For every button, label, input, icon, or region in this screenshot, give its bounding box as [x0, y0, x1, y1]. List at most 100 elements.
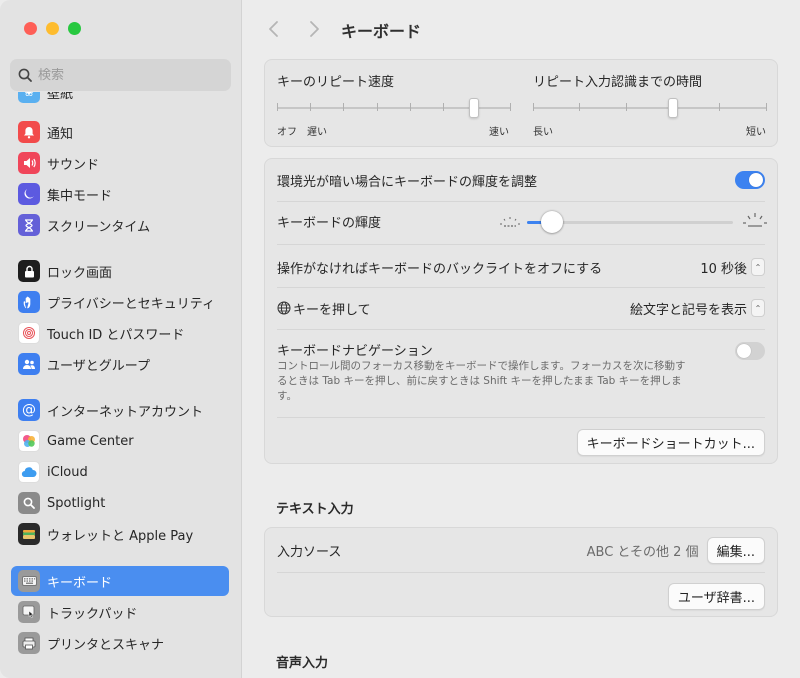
backlight-off-row: 操作がなければキーボードのバックライトをオフにする 10 秒後 ⌃	[277, 256, 765, 278]
keyboard-nav-title: キーボードナビゲーション	[277, 344, 433, 359]
toolbar: キーボード	[243, 0, 800, 58]
brightness-slider[interactable]	[527, 211, 733, 233]
key-repeat-fast-label: 速い	[489, 127, 509, 138]
hand-icon	[18, 291, 40, 313]
back-chevron-icon[interactable]	[265, 19, 283, 39]
sidebar-item-label: サウンド	[47, 157, 100, 173]
cloud-icon	[18, 461, 40, 483]
auto-brightness-row: 環境光が暗い場合にキーボードの輝度を調整	[277, 170, 765, 190]
key-repeat-slider[interactable]	[277, 98, 511, 118]
trackpad-icon	[18, 601, 40, 623]
sidebar-item-spotlight[interactable]: Spotlight	[11, 488, 229, 518]
wallpaper-icon: ❀	[18, 92, 40, 103]
printer-icon	[18, 632, 40, 654]
brightness-label: キーボードの輝度	[277, 215, 382, 231]
sidebar-item-notifications[interactable]: 通知	[11, 117, 229, 147]
updown-chevron-icon: ⌃	[751, 258, 765, 276]
page-title: キーボード	[341, 22, 422, 41]
globe-key-popup[interactable]: 絵文字と記号を表示 ⌃	[630, 299, 765, 318]
search-input[interactable]	[38, 67, 218, 83]
sidebar-item-focus[interactable]: 集中モード	[11, 179, 229, 209]
backlight-timeout-value: 10 秒後	[700, 261, 747, 277]
input-sources-value: ABC とその他 2 個	[586, 544, 699, 560]
auto-brightness-toggle[interactable]	[735, 171, 765, 189]
sidebar-list[interactable]: ❀ 壁紙 通知 サウンド 集中モード スクリーンタイム ロック画面 プライバシー…	[0, 92, 242, 678]
lock-icon	[18, 260, 40, 282]
sidebar-item-lock-screen[interactable]: ロック画面	[11, 256, 229, 286]
sidebar-item-users[interactable]: ユーザとグループ	[11, 349, 229, 379]
sidebar-item-internet-accounts[interactable]: @ インターネットアカウント	[11, 395, 229, 425]
moon-icon	[18, 183, 40, 205]
sidebar-item-label: キーボード	[47, 575, 113, 591]
brightness-low-icon	[500, 217, 520, 227]
sidebar-item-printers[interactable]: プリンタとスキャナ	[11, 628, 229, 658]
sidebar-item-game-center[interactable]: Game Center	[11, 426, 229, 456]
sidebar-item-touch-id[interactable]: Touch ID とパスワード	[11, 318, 229, 348]
sidebar-item-label: ロック画面	[47, 265, 113, 281]
fingerprint-icon	[18, 322, 40, 344]
zoom-button[interactable]	[68, 22, 81, 35]
sidebar-item-label: Game Center	[47, 433, 134, 449]
window-controls	[24, 22, 81, 35]
main-pane: キーボード キーのリピート速度 リピート入力認識までの時間 オフ 遅い 速い 長…	[243, 0, 800, 678]
keyboard-nav-toggle[interactable]	[735, 342, 765, 360]
sidebar-item-label: ユーザとグループ	[47, 358, 150, 374]
at-icon: @	[18, 399, 40, 421]
close-button[interactable]	[24, 22, 37, 35]
sidebar-item-screen-time[interactable]: スクリーンタイム	[11, 210, 229, 240]
sidebar-item-label: ウォレットと Apple Pay	[47, 528, 194, 544]
keyboard-settings-card: 環境光が暗い場合にキーボードの輝度を調整 キーボードの輝度 操作がなければキーボ…	[264, 158, 778, 464]
magnifier-icon	[18, 492, 40, 514]
keyboard-icon	[18, 570, 40, 592]
edit-input-sources-button[interactable]: 編集...	[706, 536, 765, 564]
brightness-slider-thumb[interactable]	[541, 211, 564, 233]
sidebar-item-label: プライバシーとセキュリティ	[47, 296, 215, 312]
sidebar-item-icloud[interactable]: iCloud	[11, 457, 229, 487]
input-sources-label: 入力ソース	[277, 544, 342, 560]
key-repeat-off-label: オフ	[277, 127, 297, 138]
updown-chevron-icon: ⌃	[751, 299, 765, 317]
sidebar: ❀ 壁紙 通知 サウンド	[0, 0, 242, 678]
user-dictionary-button[interactable]: ユーザ辞書...	[667, 583, 765, 610]
sidebar-item-trackpad[interactable]: トラックパッド	[11, 597, 229, 627]
sidebar-item-wallpaper[interactable]: ❀ 壁紙	[11, 92, 229, 107]
key-repeat-title: キーのリピート速度	[277, 75, 395, 90]
repeat-delay-slider-thumb[interactable]	[668, 98, 679, 118]
backlight-timeout-popup[interactable]: 10 秒後 ⌃	[700, 258, 765, 277]
sidebar-item-label: インターネットアカウント	[47, 404, 204, 420]
search-field[interactable]	[10, 59, 231, 91]
auto-brightness-label: 環境光が暗い場合にキーボードの輝度を調整	[277, 174, 538, 190]
repeat-delay-slider[interactable]	[533, 98, 767, 118]
globe-icon	[277, 301, 291, 315]
input-sources-row: 入力ソース ABC とその他 2 個 編集...	[277, 536, 765, 564]
wallet-icon	[18, 523, 40, 545]
globe-key-row: キーを押して 絵文字と記号を表示 ⌃	[277, 297, 765, 319]
sidebar-item-sound[interactable]: サウンド	[11, 148, 229, 178]
repeat-delay-long-label: 長い	[533, 127, 553, 138]
keyboard-nav-description: コントロール間のフォーカス移動をキーボードで操作します。フォーカスを次に移動する…	[277, 360, 686, 402]
search-icon	[18, 68, 32, 82]
sidebar-item-label: トラックパッド	[47, 606, 138, 622]
keyboard-shortcuts-button[interactable]: キーボードショートカット...	[576, 429, 765, 456]
sidebar-item-label: Touch ID とパスワード	[47, 327, 185, 343]
repeat-delay-title: リピート入力認識までの時間	[533, 75, 703, 90]
sidebar-item-label: スクリーンタイム	[47, 219, 151, 235]
minimize-button[interactable]	[46, 22, 59, 35]
sidebar-item-label: Spotlight	[47, 495, 106, 511]
key-repeat-slider-thumb[interactable]	[468, 98, 479, 118]
settings-window: ❀ 壁紙 通知 サウンド	[0, 0, 800, 678]
sidebar-item-privacy[interactable]: プライバシーとセキュリティ	[11, 287, 229, 317]
brightness-high-icon	[743, 213, 767, 227]
key-repeat-card: キーのリピート速度 リピート入力認識までの時間 オフ 遅い 速い 長い 短い	[264, 59, 778, 147]
backlight-off-label: 操作がなければキーボードのバックライトをオフにする	[277, 261, 603, 277]
sidebar-item-label: 集中モード	[47, 188, 113, 204]
bell-icon	[18, 121, 40, 143]
globe-key-value: 絵文字と記号を表示	[629, 302, 747, 318]
speaker-icon	[18, 152, 40, 174]
forward-chevron-icon[interactable]	[305, 19, 323, 39]
sidebar-item-label: プリンタとスキャナ	[47, 637, 165, 653]
sidebar-item-keyboard[interactable]: キーボード	[11, 566, 229, 596]
sidebar-item-wallet[interactable]: ウォレットと Apple Pay	[11, 519, 229, 549]
text-input-section-title: テキスト入力	[276, 502, 354, 517]
users-icon	[18, 353, 40, 375]
